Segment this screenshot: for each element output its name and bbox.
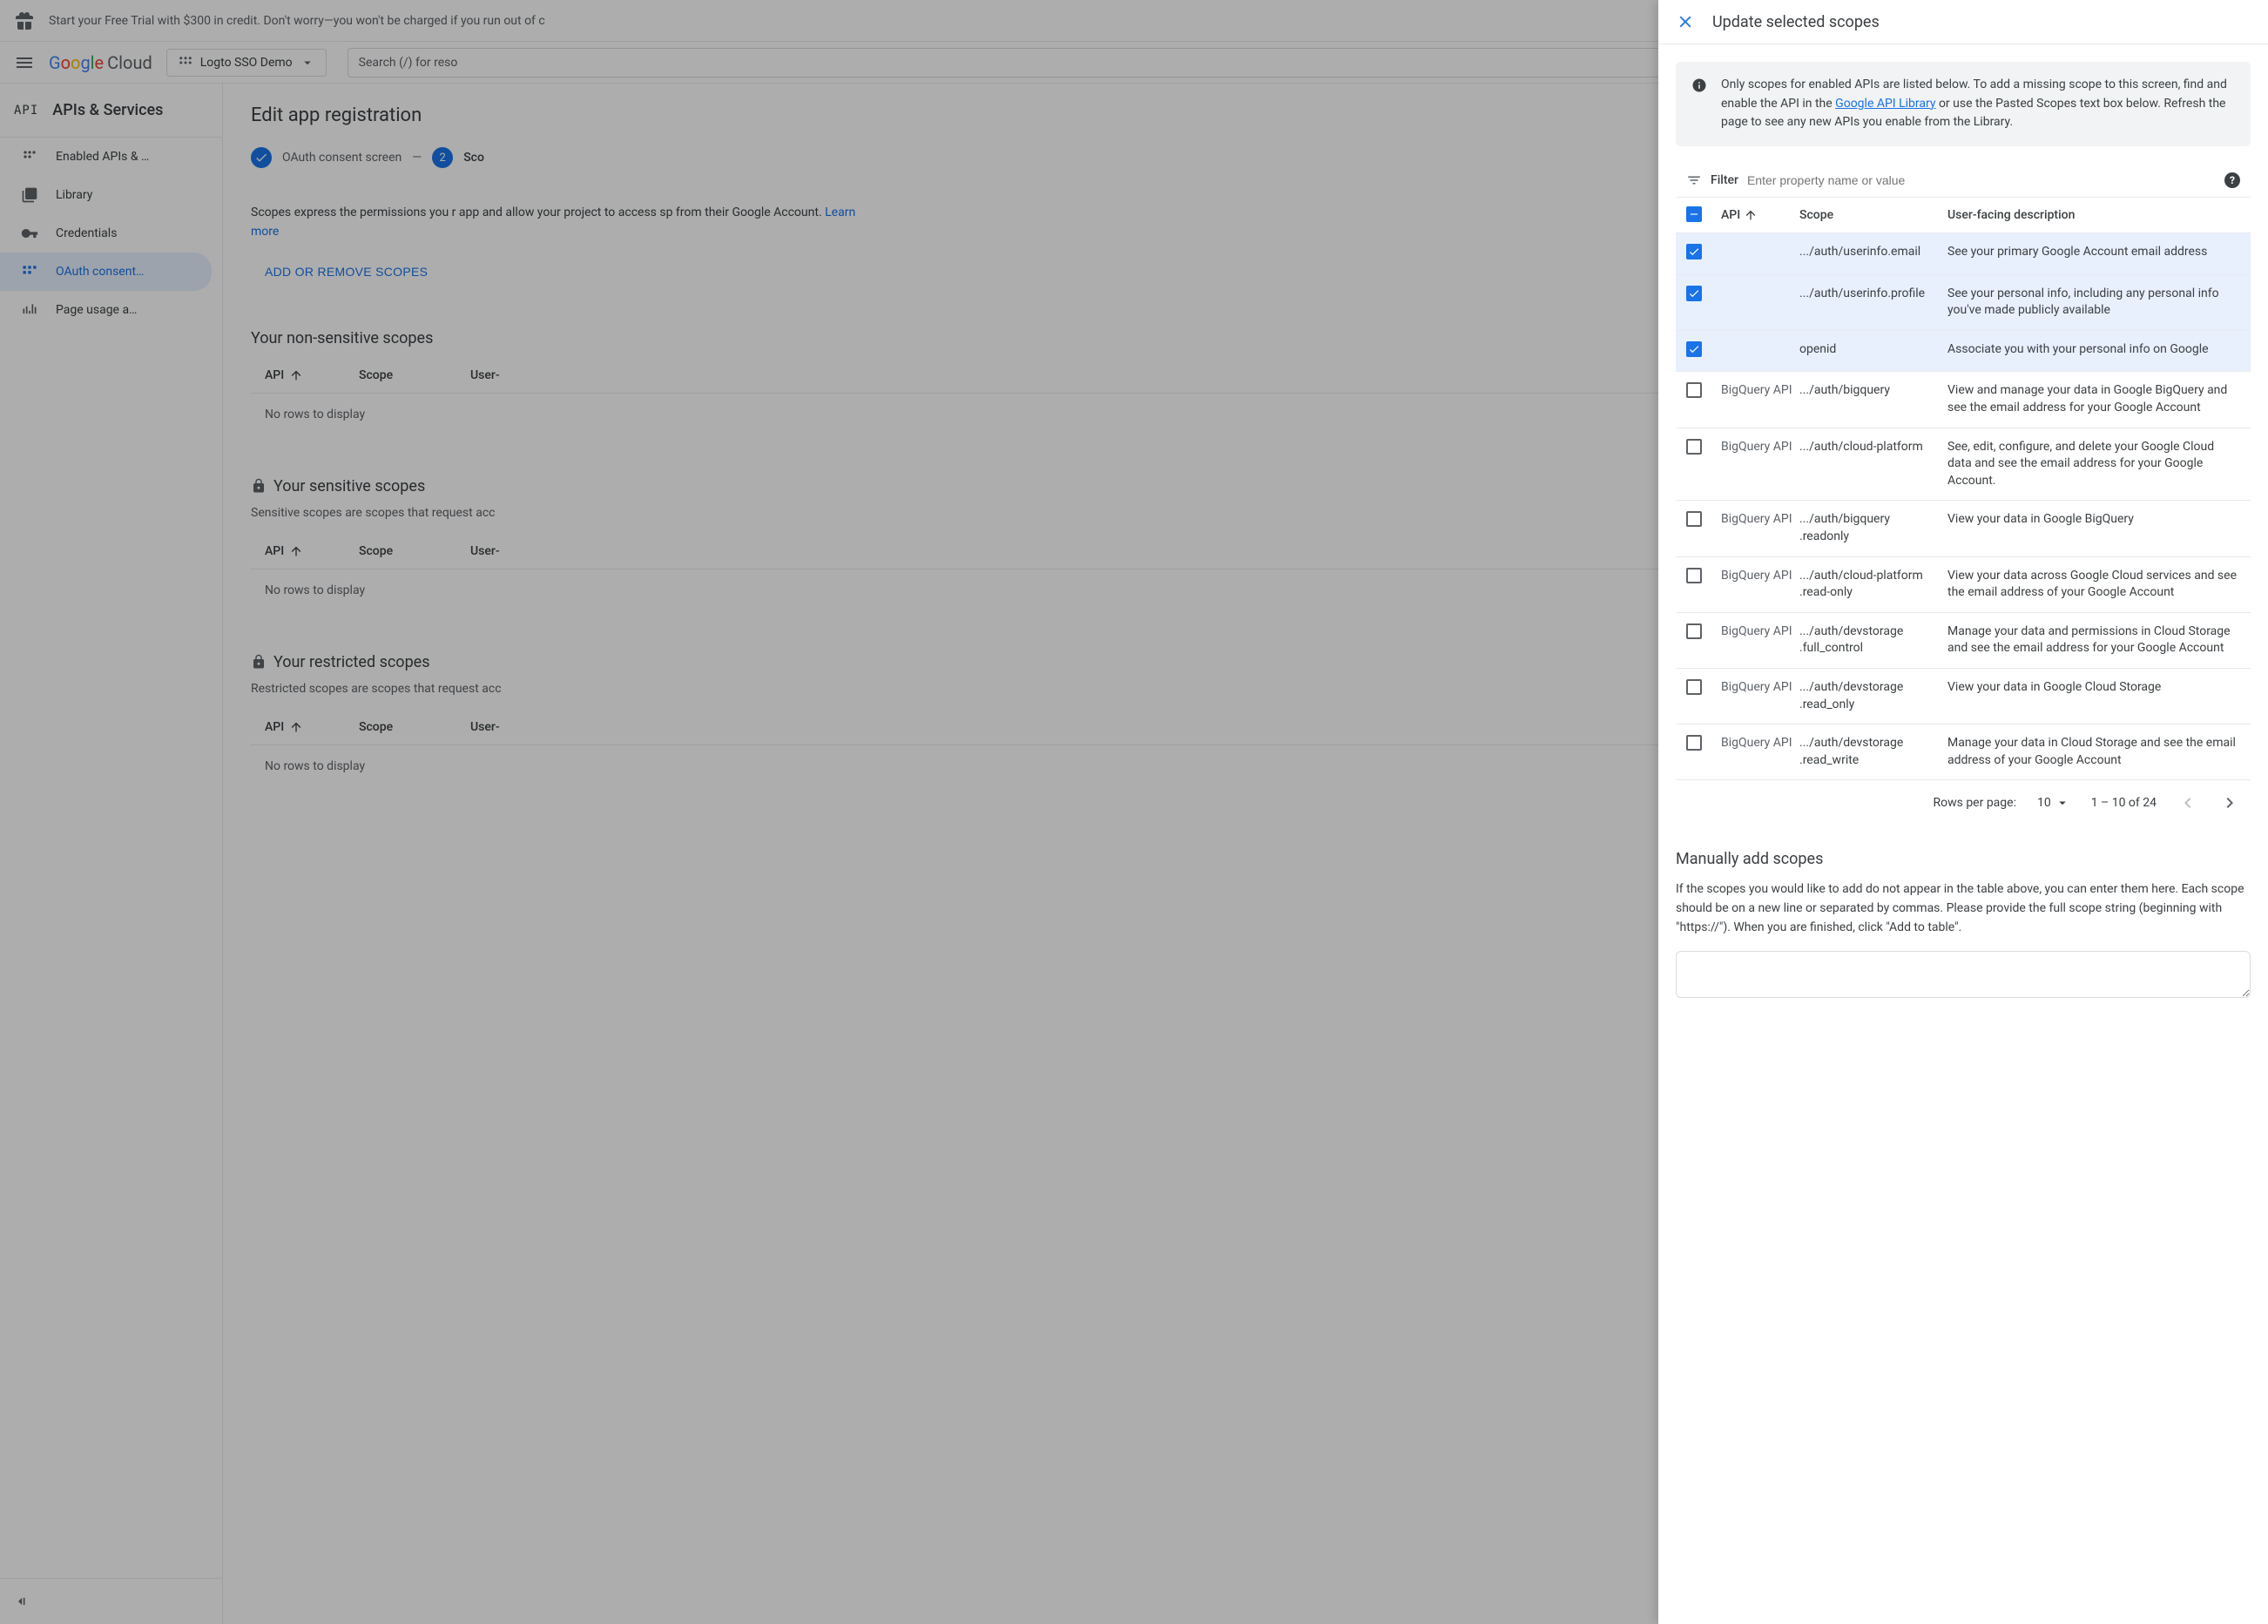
scope-checkbox[interactable] [1686,286,1702,301]
scope-path: openid [1799,341,1947,359]
scope-description: See, edit, configure, and delete your Go… [1947,439,2240,490]
pagination: Rows per page: 10 1 – 10 of 24 [1676,780,2251,825]
help-icon[interactable]: ? [2224,172,2240,188]
scope-path: .../auth/devstorage .full_control [1799,623,1947,657]
next-page-button[interactable] [2219,792,2240,813]
scope-description: Manage your data and permissions in Clou… [1947,623,2240,657]
scope-row: BigQuery API.../auth/devstorage .read_wr… [1676,724,2251,780]
scope-description: See your primary Google Account email ad… [1947,244,2240,261]
scope-checkbox[interactable] [1686,439,1702,455]
scope-description: View your data across Google Cloud servi… [1947,568,2240,602]
scope-description: Manage your data in Cloud Storage and se… [1947,735,2240,769]
scope-row: BigQuery API.../auth/devstorage .full_co… [1676,613,2251,669]
scope-table-head: API Scope User-facing description [1676,198,2251,233]
info-banner: Only scopes for enabled APIs are listed … [1676,62,2251,146]
rpp-select[interactable]: 10 [2037,795,2070,811]
info-icon [1691,77,1707,93]
scope-path: .../auth/cloud-platform [1799,439,1947,456]
scope-path: .../auth/devstorage .read_write [1799,735,1947,769]
filter-icon [1686,172,1702,188]
scope-api: BigQuery API [1721,511,1799,529]
scope-api: BigQuery API [1721,623,1799,641]
scope-row: .../auth/userinfo.profileSee your person… [1676,275,2251,331]
scope-checkbox[interactable] [1686,341,1702,357]
manual-scopes-textarea[interactable] [1676,951,2251,998]
scope-row: BigQuery API.../auth/devstorage .read_on… [1676,669,2251,724]
scope-api: BigQuery API [1721,735,1799,752]
prev-page-button[interactable] [2177,792,2198,813]
scope-path: .../auth/cloud-platform .read-only [1799,568,1947,602]
scope-description: View your data in Google Cloud Storage [1947,679,2240,697]
scope-row: BigQuery API.../auth/cloud-platformSee, … [1676,428,2251,502]
scope-description: See your personal info, including any pe… [1947,286,2240,320]
scope-table: API Scope User-facing description .../au… [1676,198,2251,780]
api-library-link[interactable]: Google API Library [1835,97,1935,111]
rpp-label: Rows per page: [1933,796,2015,810]
sort-icon[interactable] [1744,208,1758,222]
scope-path: .../auth/bigquery .readonly [1799,511,1947,545]
filter-label: Filter [1711,173,1738,187]
scope-path: .../auth/userinfo.profile [1799,286,1947,303]
scope-checkbox[interactable] [1686,623,1702,639]
scope-checkbox[interactable] [1686,511,1702,527]
chevron-down-icon [2055,795,2070,811]
scope-path: .../auth/userinfo.email [1799,244,1947,261]
scope-checkbox[interactable] [1686,679,1702,695]
scope-row: openidAssociate you with your personal i… [1676,331,2251,373]
filter-bar: Filter ? [1676,164,2251,198]
scopes-drawer: Update selected scopes Only scopes for e… [1658,0,2268,1624]
close-button[interactable] [1676,12,1695,31]
scope-row: BigQuery API.../auth/bigqueryView and ma… [1676,372,2251,428]
manual-add-section: Manually add scopes If the scopes you wo… [1676,850,2251,1001]
scope-checkbox[interactable] [1686,735,1702,751]
scope-row: BigQuery API.../auth/cloud-platform .rea… [1676,557,2251,613]
scope-row: .../auth/userinfo.emailSee your primary … [1676,233,2251,275]
scope-api: BigQuery API [1721,679,1799,697]
scope-row: BigQuery API.../auth/bigquery .readonlyV… [1676,501,2251,556]
manual-desc: If the scopes you would like to add do n… [1676,880,2251,937]
scope-checkbox[interactable] [1686,382,1702,398]
scope-description: Associate you with your personal info on… [1947,341,2240,359]
scope-api: BigQuery API [1721,439,1799,456]
scope-api: BigQuery API [1721,568,1799,585]
scope-checkbox[interactable] [1686,568,1702,583]
scope-description: View your data in Google BigQuery [1947,511,2240,529]
drawer-body: Only scopes for enabled APIs are listed … [1658,44,2268,1624]
page-range: 1 – 10 of 24 [2091,796,2157,810]
filter-input[interactable] [1747,173,2216,187]
drawer-title: Update selected scopes [1712,13,1880,31]
scope-checkbox[interactable] [1686,244,1702,259]
scope-description: View and manage your data in Google BigQ… [1947,382,2240,416]
drawer-header: Update selected scopes [1658,0,2268,44]
select-all-checkbox[interactable] [1686,206,1702,222]
scope-path: .../auth/bigquery [1799,382,1947,400]
scope-api: BigQuery API [1721,382,1799,400]
manual-title: Manually add scopes [1676,850,2251,868]
scope-path: .../auth/devstorage .read_only [1799,679,1947,713]
